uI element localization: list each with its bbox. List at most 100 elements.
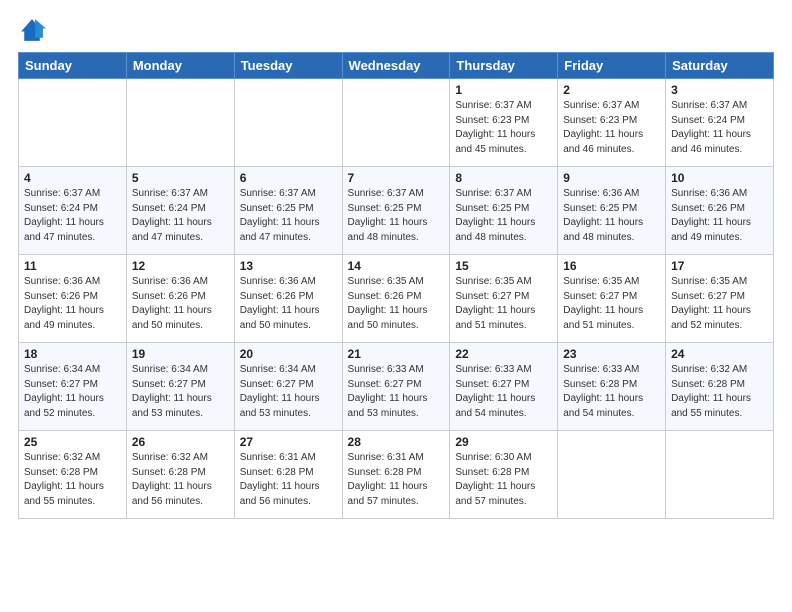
day-info: Sunrise: 6:35 AM Sunset: 6:26 PM Dayligh… xyxy=(348,275,445,333)
calendar-cell: 18Sunrise: 6:34 AM Sunset: 6:27 PM Dayli… xyxy=(19,343,127,431)
header xyxy=(18,16,774,44)
day-info: Sunrise: 6:37 AM Sunset: 6:24 PM Dayligh… xyxy=(671,99,768,157)
day-info: Sunrise: 6:37 AM Sunset: 6:24 PM Dayligh… xyxy=(132,187,229,245)
day-info: Sunrise: 6:36 AM Sunset: 6:26 PM Dayligh… xyxy=(671,187,768,245)
day-info: Sunrise: 6:37 AM Sunset: 6:25 PM Dayligh… xyxy=(240,187,337,245)
page: SundayMondayTuesdayWednesdayThursdayFrid… xyxy=(0,0,792,612)
day-number: 19 xyxy=(132,347,229,361)
day-number: 28 xyxy=(348,435,445,449)
day-number: 29 xyxy=(455,435,552,449)
calendar-cell: 28Sunrise: 6:31 AM Sunset: 6:28 PM Dayli… xyxy=(342,431,450,519)
day-info: Sunrise: 6:36 AM Sunset: 6:26 PM Dayligh… xyxy=(24,275,121,333)
day-number: 17 xyxy=(671,259,768,273)
calendar-cell xyxy=(234,79,342,167)
calendar-day-header: Tuesday xyxy=(234,53,342,79)
calendar-cell: 9 Sunrise: 6:36 AM Sunset: 6:25 PM Daylig… xyxy=(558,167,666,255)
calendar-header-row: SundayMondayTuesdayWednesdayThursdayFrid… xyxy=(19,53,774,79)
day-info: Sunrise: 6:36 AM Sunset: 6:26 PM Dayligh… xyxy=(132,275,229,333)
calendar-cell: 13 Sunrise: 6:36 AM Sunset: 6:26 PM Dayli… xyxy=(234,255,342,343)
calendar-cell: 26Sunrise: 6:32 AM Sunset: 6:28 PM Dayli… xyxy=(126,431,234,519)
day-number: 18 xyxy=(24,347,121,361)
calendar-week-row: 25 Sunrise: 6:32 AM Sunset: 6:28 PM Dayli… xyxy=(19,431,774,519)
day-number: 11 xyxy=(24,259,121,273)
day-info: Sunrise: 6:32 AM Sunset: 6:28 PM Dayligh… xyxy=(671,363,768,421)
calendar-day-header: Wednesday xyxy=(342,53,450,79)
day-info: Sunrise: 6:30 AM Sunset: 6:28 PM Dayligh… xyxy=(455,451,552,509)
day-number: 4 xyxy=(24,171,121,185)
day-number: 23 xyxy=(563,347,660,361)
calendar-cell xyxy=(666,431,774,519)
calendar-week-row: 1 Sunrise: 6:37 AM Sunset: 6:23 PM Daylig… xyxy=(19,79,774,167)
calendar-cell: 2 Sunrise: 6:37 AM Sunset: 6:23 PM Daylig… xyxy=(558,79,666,167)
day-info: Sunrise: 6:37 AM Sunset: 6:23 PM Dayligh… xyxy=(455,99,552,157)
day-number: 2 xyxy=(563,83,660,97)
calendar-cell: 11 Sunrise: 6:36 AM Sunset: 6:26 PM Dayli… xyxy=(19,255,127,343)
calendar-cell: 14 Sunrise: 6:35 AM Sunset: 6:26 PM Dayli… xyxy=(342,255,450,343)
day-number: 6 xyxy=(240,171,337,185)
calendar-cell: 27 Sunrise: 6:31 AM Sunset: 6:28 PM Dayli… xyxy=(234,431,342,519)
calendar-cell: 22Sunrise: 6:33 AM Sunset: 6:27 PM Dayli… xyxy=(450,343,558,431)
calendar-week-row: 11 Sunrise: 6:36 AM Sunset: 6:26 PM Dayli… xyxy=(19,255,774,343)
calendar-cell xyxy=(558,431,666,519)
day-info: Sunrise: 6:33 AM Sunset: 6:27 PM Dayligh… xyxy=(348,363,445,421)
day-number: 20 xyxy=(240,347,337,361)
calendar-day-header: Monday xyxy=(126,53,234,79)
day-number: 22 xyxy=(455,347,552,361)
day-info: Sunrise: 6:37 AM Sunset: 6:25 PM Dayligh… xyxy=(348,187,445,245)
day-number: 8 xyxy=(455,171,552,185)
calendar-cell: 19 Sunrise: 6:34 AM Sunset: 6:27 PM Dayli… xyxy=(126,343,234,431)
day-number: 13 xyxy=(240,259,337,273)
calendar-cell: 8 Sunrise: 6:37 AM Sunset: 6:25 PM Daylig… xyxy=(450,167,558,255)
day-info: Sunrise: 6:34 AM Sunset: 6:27 PM Dayligh… xyxy=(240,363,337,421)
calendar-cell: 16 Sunrise: 6:35 AM Sunset: 6:27 PM Dayli… xyxy=(558,255,666,343)
logo xyxy=(18,16,50,44)
calendar-week-row: 4 Sunrise: 6:37 AM Sunset: 6:24 PM Daylig… xyxy=(19,167,774,255)
calendar-day-header: Friday xyxy=(558,53,666,79)
day-number: 7 xyxy=(348,171,445,185)
calendar-cell: 5 Sunrise: 6:37 AM Sunset: 6:24 PM Daylig… xyxy=(126,167,234,255)
calendar-day-header: Saturday xyxy=(666,53,774,79)
logo-icon xyxy=(18,16,46,44)
calendar-cell: 1 Sunrise: 6:37 AM Sunset: 6:23 PM Daylig… xyxy=(450,79,558,167)
day-info: Sunrise: 6:37 AM Sunset: 6:23 PM Dayligh… xyxy=(563,99,660,157)
calendar-cell: 15Sunrise: 6:35 AM Sunset: 6:27 PM Dayli… xyxy=(450,255,558,343)
day-info: Sunrise: 6:36 AM Sunset: 6:26 PM Dayligh… xyxy=(240,275,337,333)
calendar-cell xyxy=(126,79,234,167)
day-number: 24 xyxy=(671,347,768,361)
day-info: Sunrise: 6:37 AM Sunset: 6:25 PM Dayligh… xyxy=(455,187,552,245)
day-info: Sunrise: 6:35 AM Sunset: 6:27 PM Dayligh… xyxy=(671,275,768,333)
calendar-day-header: Thursday xyxy=(450,53,558,79)
calendar-cell: 23 Sunrise: 6:33 AM Sunset: 6:28 PM Dayli… xyxy=(558,343,666,431)
day-number: 25 xyxy=(24,435,121,449)
day-info: Sunrise: 6:31 AM Sunset: 6:28 PM Dayligh… xyxy=(240,451,337,509)
day-info: Sunrise: 6:33 AM Sunset: 6:28 PM Dayligh… xyxy=(563,363,660,421)
day-number: 26 xyxy=(132,435,229,449)
calendar-cell: 7 Sunrise: 6:37 AM Sunset: 6:25 PM Daylig… xyxy=(342,167,450,255)
day-number: 5 xyxy=(132,171,229,185)
calendar-cell: 6 Sunrise: 6:37 AM Sunset: 6:25 PM Daylig… xyxy=(234,167,342,255)
calendar-cell: 20 Sunrise: 6:34 AM Sunset: 6:27 PM Dayli… xyxy=(234,343,342,431)
calendar-cell: 10 Sunrise: 6:36 AM Sunset: 6:26 PM Dayli… xyxy=(666,167,774,255)
day-info: Sunrise: 6:35 AM Sunset: 6:27 PM Dayligh… xyxy=(455,275,552,333)
calendar-cell: 21Sunrise: 6:33 AM Sunset: 6:27 PM Dayli… xyxy=(342,343,450,431)
calendar-cell: 3 Sunrise: 6:37 AM Sunset: 6:24 PM Daylig… xyxy=(666,79,774,167)
day-number: 1 xyxy=(455,83,552,97)
calendar-cell: 29 Sunrise: 6:30 AM Sunset: 6:28 PM Dayli… xyxy=(450,431,558,519)
calendar-week-row: 18 Sunrise: 6:34 AM Sunset: 6:27 PM Dayli… xyxy=(19,343,774,431)
day-info: Sunrise: 6:32 AM Sunset: 6:28 PM Dayligh… xyxy=(24,451,121,509)
day-number: 3 xyxy=(671,83,768,97)
day-number: 14 xyxy=(348,259,445,273)
calendar-cell: 17 Sunrise: 6:35 AM Sunset: 6:27 PM Dayli… xyxy=(666,255,774,343)
day-number: 12 xyxy=(132,259,229,273)
day-number: 27 xyxy=(240,435,337,449)
day-info: Sunrise: 6:35 AM Sunset: 6:27 PM Dayligh… xyxy=(563,275,660,333)
day-number: 10 xyxy=(671,171,768,185)
day-info: Sunrise: 6:36 AM Sunset: 6:25 PM Dayligh… xyxy=(563,187,660,245)
calendar-cell: 25 Sunrise: 6:32 AM Sunset: 6:28 PM Dayli… xyxy=(19,431,127,519)
calendar-cell xyxy=(342,79,450,167)
day-number: 9 xyxy=(563,171,660,185)
day-number: 16 xyxy=(563,259,660,273)
day-info: Sunrise: 6:34 AM Sunset: 6:27 PM Dayligh… xyxy=(132,363,229,421)
day-info: Sunrise: 6:37 AM Sunset: 6:24 PM Dayligh… xyxy=(24,187,121,245)
calendar-cell: 12 Sunrise: 6:36 AM Sunset: 6:26 PM Dayli… xyxy=(126,255,234,343)
